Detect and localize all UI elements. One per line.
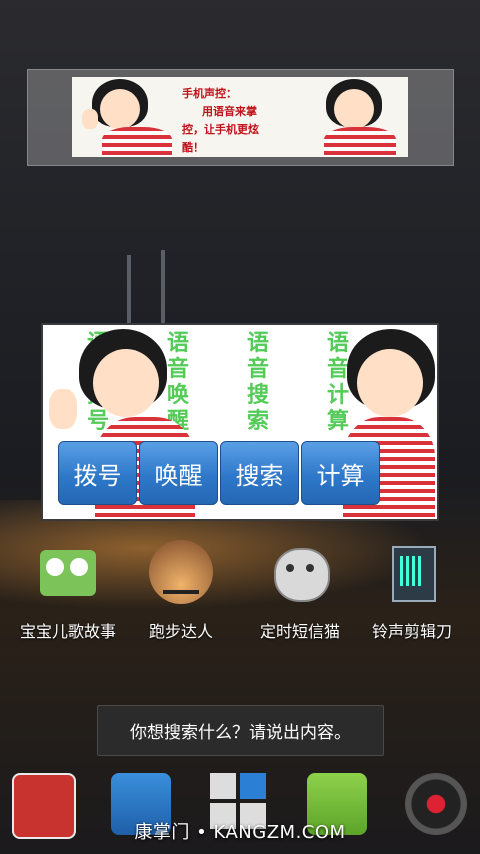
ringtone-cutter-icon bbox=[380, 540, 444, 604]
dial-button[interactable]: 拨号 bbox=[58, 441, 137, 505]
bridge-tower-right bbox=[161, 250, 165, 325]
banner-line-2: 用语音来掌 bbox=[202, 105, 257, 118]
banner-image: 手机声控： 用语音来掌 控，让手机更炫 酷！ bbox=[72, 77, 408, 157]
app-kids-songs[interactable]: 宝宝儿歌故事 bbox=[8, 540, 128, 642]
runner-icon bbox=[149, 540, 213, 604]
banner-line-4: 酷！ bbox=[182, 141, 204, 154]
calc-button[interactable]: 计算 bbox=[301, 441, 380, 505]
app-label: 宝宝儿歌故事 bbox=[19, 622, 116, 641]
voice-button-row: 拨号 唤醒 搜索 计算 bbox=[58, 441, 380, 505]
app-label: 铃声剪辑刀 bbox=[371, 622, 452, 641]
app-ringtone-cutter[interactable]: 铃声剪辑刀 bbox=[352, 540, 472, 642]
green-text-search: 语音搜索 bbox=[246, 331, 269, 434]
app-label: 定时短信猫 bbox=[259, 622, 340, 641]
app-runner[interactable]: 跑步达人 bbox=[121, 540, 241, 642]
banner-slogan: 手机声控： 用语音来掌 控，让手机更炫 酷！ bbox=[182, 85, 302, 157]
voice-command-widget: 语音拨号 语音唤醒 语音搜索 语音计算 拨号 唤醒 搜索 计算 bbox=[41, 323, 439, 521]
app-label: 跑步达人 bbox=[148, 622, 213, 641]
voice-control-banner-widget[interactable]: 手机声控： 用语音来掌 控，让手机更炫 酷！ bbox=[27, 69, 454, 166]
search-button[interactable]: 搜索 bbox=[220, 441, 299, 505]
kids-song-icon bbox=[36, 540, 100, 604]
banner-line-1: 手机声控： bbox=[182, 87, 237, 100]
watermark: 康掌门 • KANGZM.COM bbox=[134, 822, 346, 843]
bridge-tower-left bbox=[127, 255, 131, 325]
wake-button[interactable]: 唤醒 bbox=[139, 441, 218, 505]
banner-line-3: 控，让手机更炫 bbox=[182, 123, 259, 136]
toast-message: 你想搜索什么？请说出内容。 bbox=[97, 705, 384, 756]
cat-icon bbox=[268, 540, 332, 604]
app-sms-cat[interactable]: 定时短信猫 bbox=[240, 540, 360, 642]
app-shortcuts: 宝宝儿歌故事 跑步达人 定时短信猫 铃声剪辑刀 bbox=[0, 540, 480, 650]
